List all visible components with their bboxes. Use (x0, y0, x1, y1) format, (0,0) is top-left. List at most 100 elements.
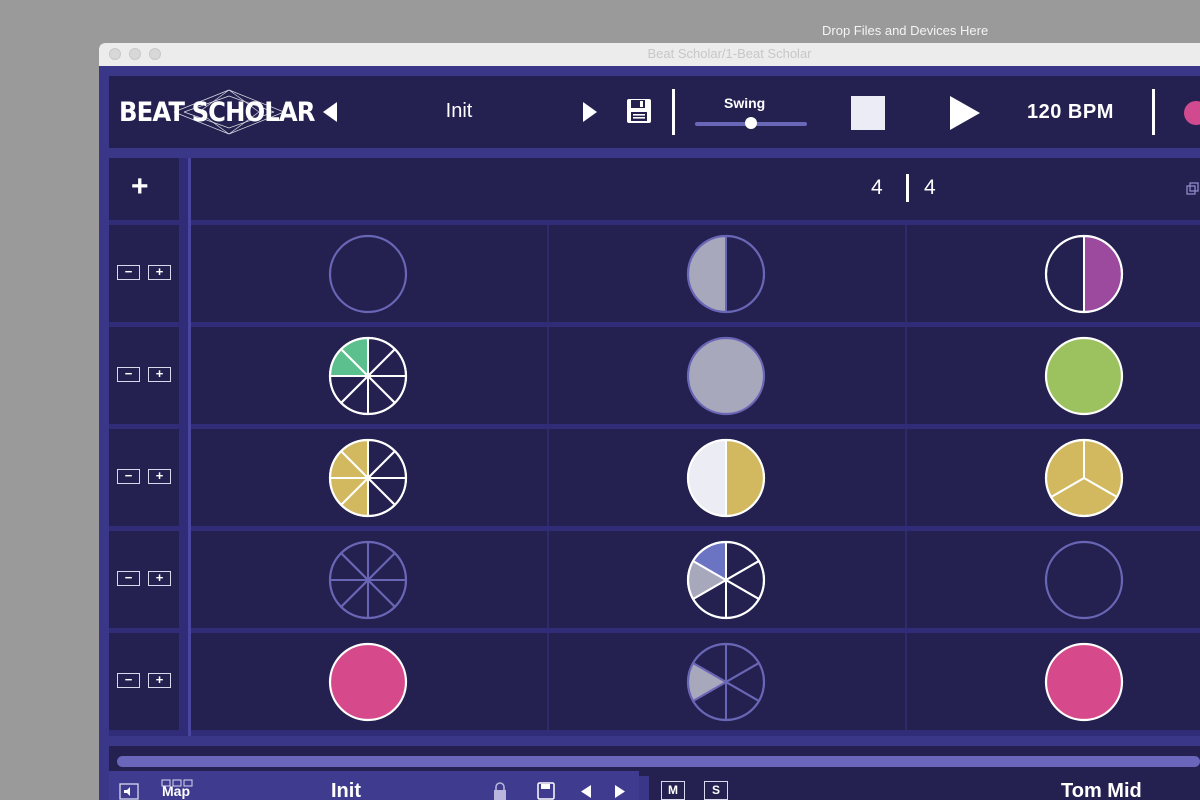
step-pad[interactable] (685, 233, 767, 315)
row-minus-button[interactable]: − (117, 673, 140, 688)
step-divider (547, 531, 549, 628)
divider (1152, 89, 1155, 135)
step-slice (725, 234, 765, 314)
stop-button[interactable] (851, 96, 885, 130)
step-pad[interactable] (685, 641, 767, 723)
copy-icon[interactable] (1186, 182, 1200, 196)
step-pad[interactable] (685, 335, 767, 417)
row-plus-button[interactable]: + (148, 571, 171, 586)
step-slice (365, 579, 408, 609)
step-pad[interactable] (327, 233, 409, 315)
time-signature-denominator[interactable]: 4 (924, 176, 936, 200)
row-plus-button[interactable]: + (148, 367, 171, 382)
footer-prev-icon[interactable] (579, 783, 593, 800)
save-icon[interactable] (626, 98, 652, 124)
step-slice (723, 559, 765, 601)
row-plus-button[interactable]: + (148, 673, 171, 688)
step-divider (547, 429, 549, 526)
step-slice (367, 438, 397, 481)
step-divider (905, 531, 907, 628)
step-pad[interactable] (1043, 437, 1125, 519)
time-signature-divider (906, 174, 909, 202)
row-plus-button[interactable]: + (148, 265, 171, 280)
row-plus-button[interactable]: + (148, 469, 171, 484)
solo-button[interactable]: S (704, 781, 728, 800)
step-slice (1083, 234, 1123, 314)
beat-scholar-device: BEAT SCHOLAR Init Swing 120 BPM + 4 4 − … (99, 66, 1200, 800)
row-controls: − + (109, 531, 179, 628)
footer-save-icon[interactable] (537, 782, 555, 800)
step-pad[interactable] (327, 641, 409, 723)
step-slice (687, 661, 729, 703)
map-button[interactable]: Map (162, 783, 190, 799)
step-divider (905, 225, 907, 322)
sequencer-row (191, 633, 1200, 730)
step-divider (905, 429, 907, 526)
step-slice (328, 234, 408, 314)
footer-next-icon[interactable] (613, 783, 627, 800)
scrollbar[interactable] (117, 756, 1200, 767)
bpm-display[interactable]: 120 BPM (1027, 101, 1114, 124)
step-slice (328, 375, 371, 405)
step-pad[interactable] (327, 335, 409, 417)
track-footer: Map Init (109, 771, 639, 800)
step-slice (367, 336, 397, 379)
sequencer-row (191, 225, 1200, 322)
step-slice (367, 577, 397, 620)
row-minus-button[interactable]: − (117, 571, 140, 586)
row-controls: − + (109, 327, 179, 424)
step-pad[interactable] (327, 539, 409, 621)
sequencer-row (191, 327, 1200, 424)
header: BEAT SCHOLAR Init Swing 120 BPM (109, 76, 1200, 148)
time-signature-bar: 4 4 (191, 158, 1200, 220)
step-slice (365, 477, 408, 507)
window-title: Beat Scholar/1-Beat Scholar (647, 46, 812, 61)
step-slice (1045, 234, 1085, 314)
step-slice (367, 475, 397, 518)
footer-preset-name[interactable]: Init (331, 780, 361, 800)
step-pad[interactable] (685, 437, 767, 519)
step-slice (365, 347, 408, 377)
step-slice (328, 579, 371, 609)
row-minus-button[interactable]: − (117, 367, 140, 382)
sequencer-grid: + 4 4 − + − + − + − + − + (109, 158, 1200, 736)
step-slice (339, 540, 369, 583)
step-slice (367, 373, 397, 416)
step-divider (905, 633, 907, 730)
row-controls: − + (109, 429, 179, 526)
step-slice (328, 642, 408, 722)
step-slice (725, 438, 765, 518)
add-row-button[interactable]: + (109, 158, 179, 220)
title-bar: Beat Scholar/1-Beat Scholar (99, 43, 1200, 67)
lock-icon[interactable] (492, 781, 508, 800)
step-pad[interactable] (1043, 335, 1125, 417)
swing-label: Swing (724, 95, 766, 111)
speaker-icon[interactable] (119, 783, 139, 800)
step-pad[interactable] (1043, 233, 1125, 315)
step-pad[interactable] (685, 539, 767, 621)
preset-name[interactable]: Init (409, 100, 509, 123)
track-name[interactable]: Tom Mid (1061, 780, 1142, 800)
step-pad[interactable] (327, 437, 409, 519)
prev-preset-icon[interactable] (321, 100, 339, 124)
row-minus-button[interactable]: − (117, 469, 140, 484)
swing-slider-thumb[interactable] (745, 117, 757, 129)
sequencer-row (191, 531, 1200, 628)
step-slice (365, 551, 408, 581)
drop-files-label: Drop Files and Devices Here (822, 23, 989, 38)
step-pad[interactable] (1043, 539, 1125, 621)
device-footer: M S Tom Mid (649, 771, 1200, 800)
step-slice (725, 680, 761, 722)
play-icon[interactable] (947, 94, 983, 132)
record-icon[interactable] (1184, 101, 1200, 125)
mute-button[interactable]: M (661, 781, 685, 800)
step-slice (725, 642, 761, 684)
step-divider (547, 225, 549, 322)
time-signature-numerator[interactable]: 4 (871, 176, 883, 200)
step-divider (905, 327, 907, 424)
step-divider (547, 327, 549, 424)
step-pad[interactable] (1043, 641, 1125, 723)
next-preset-icon[interactable] (581, 100, 599, 124)
step-slice (687, 234, 727, 314)
row-minus-button[interactable]: − (117, 265, 140, 280)
